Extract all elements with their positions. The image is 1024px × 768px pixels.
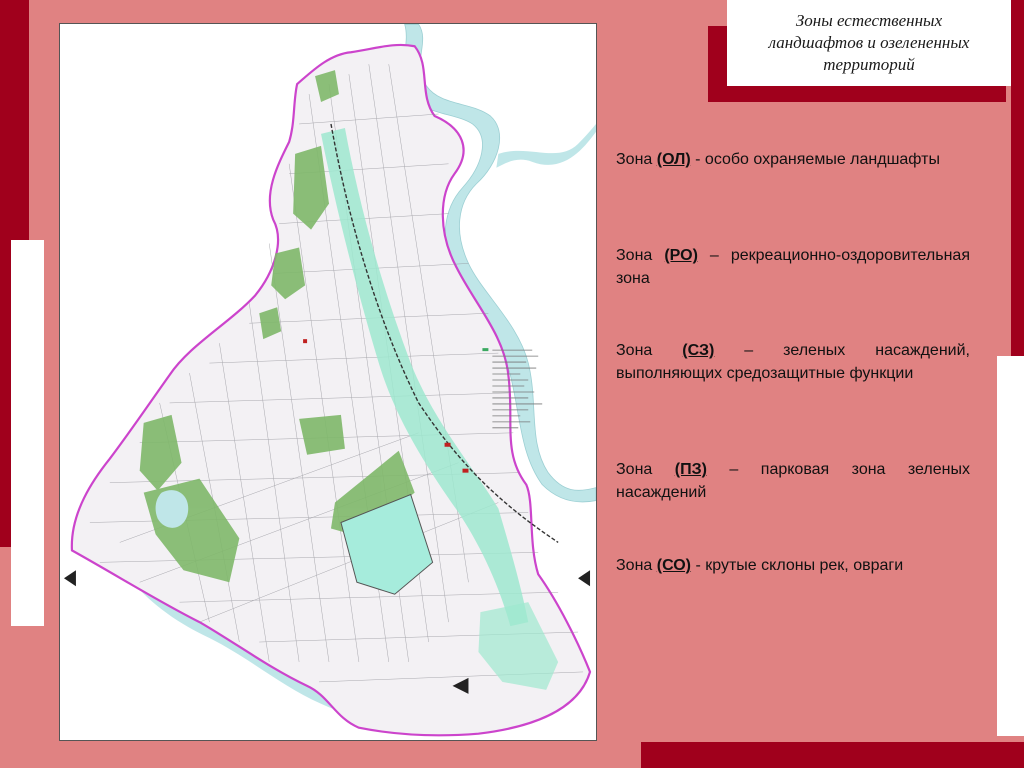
zone-prefix: Зона <box>616 151 653 168</box>
zone-description: - особо охраняемые ландшафты <box>695 151 940 168</box>
zone-description: – зеленых насаждений, выполняющих средоз… <box>616 342 970 382</box>
slide-title-line-1: Зоны естественных <box>795 11 943 30</box>
zone-code-sz: (СЗ) <box>682 342 715 359</box>
forest-patch <box>299 414 345 455</box>
right-dark-red-strip <box>1011 0 1024 356</box>
slide-title-line-3: территорий <box>823 55 915 74</box>
zone-ro-item: Зона (РО) – рекреационно-оздоровительная… <box>616 244 970 290</box>
river-branch <box>496 123 596 168</box>
zone-description: - крутые склоны рек, овраги <box>695 557 904 574</box>
zone-prefix: Зона <box>616 557 653 574</box>
landmark-marker <box>303 339 308 344</box>
zone-code-ol: (ОЛ) <box>656 151 691 168</box>
landmark-marker <box>444 442 451 447</box>
zone-sz-item: Зона (СЗ) – зеленых насаждений, выполняю… <box>616 339 970 385</box>
zone-prefix: Зона <box>616 461 653 478</box>
bottom-dark-red-bar <box>641 742 1024 768</box>
zone-description: – парковая зона зеленых насаждений <box>616 461 970 501</box>
zone-pz-item: Зона (ПЗ) – парковая зона зеленых насажд… <box>616 458 970 504</box>
legend-swatch <box>482 348 489 352</box>
zone-prefix: Зона <box>616 342 653 359</box>
landmark-marker <box>462 468 469 473</box>
city-map-svg <box>63 24 596 737</box>
zone-prefix: Зона <box>616 247 653 264</box>
city-zoning-map <box>59 23 597 741</box>
zone-code-pz: (ПЗ) <box>674 461 707 478</box>
zone-code-ro: (РО) <box>664 247 698 264</box>
slide-title-line-2: ландшафтов и озелененных <box>768 33 970 52</box>
corner-marker-left <box>63 570 76 587</box>
lake <box>155 490 189 528</box>
slide-title: Зоны естественных ландшафтов и озелененн… <box>727 0 1011 86</box>
left-white-bar <box>11 240 44 626</box>
zone-code-so: (СО) <box>656 557 692 574</box>
right-white-bar <box>997 356 1024 736</box>
zone-ol-item: Зона (ОЛ) - особо охраняемые ландшафты <box>616 148 970 171</box>
corner-marker-right <box>578 570 591 587</box>
zone-so-item: Зона (СО) - крутые склоны рек, овраги <box>616 554 970 577</box>
